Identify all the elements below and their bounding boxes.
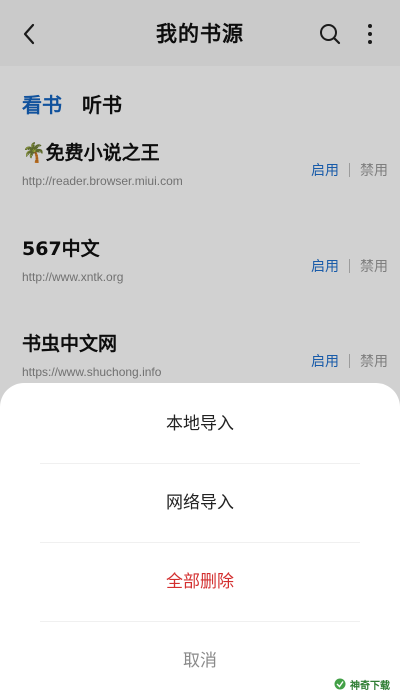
bottom-sheet: 本地导入 网络导入 全部删除 取消 xyxy=(0,383,400,700)
watermark-logo-icon xyxy=(334,675,346,694)
watermark: 神奇下载 xyxy=(330,673,394,696)
delete-all-button[interactable]: 全部删除 xyxy=(0,543,400,621)
watermark-text: 神奇下载 xyxy=(350,681,390,692)
network-import-button[interactable]: 网络导入 xyxy=(0,464,400,542)
local-import-button[interactable]: 本地导入 xyxy=(0,385,400,463)
